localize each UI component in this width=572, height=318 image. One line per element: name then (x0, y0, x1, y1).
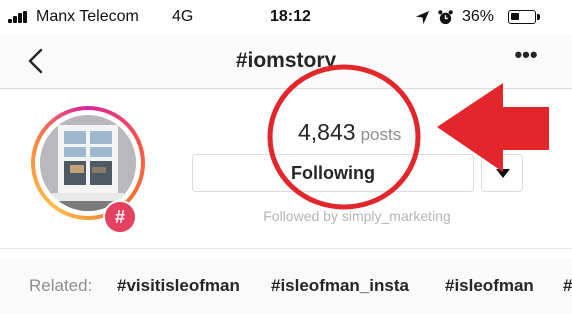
carrier-name: Manx Telecom (36, 8, 139, 25)
status-time: 18:12 (270, 8, 311, 25)
section-divider (0, 248, 572, 249)
network-type: 4G (172, 8, 194, 25)
avatar[interactable] (40, 115, 136, 211)
following-button[interactable]: Following (192, 154, 474, 192)
more-options-button[interactable]: ••• (508, 44, 544, 74)
related-tag-isleofman[interactable]: #isleofman (445, 276, 534, 296)
related-hashtags-bar: Related: #visitisleofman #isleofman_inst… (0, 258, 572, 313)
signal-bars-icon (8, 11, 30, 23)
followed-by-text: Followed by simply_marketing (263, 208, 451, 224)
location-arrow-icon (415, 10, 430, 25)
battery-icon (508, 10, 536, 24)
hashtag-badge-icon: # (103, 200, 137, 234)
related-tag-visitisleofman[interactable]: #visitisleofman (117, 276, 240, 296)
window-photo (40, 115, 136, 211)
page-title: #iomstory (235, 49, 337, 72)
status-bar: Manx Telecom 4G 18:12 36% (0, 0, 572, 34)
alarm-clock-icon (438, 10, 453, 25)
battery-tip (537, 14, 540, 20)
related-tag-isleofman-insta[interactable]: #isleofman_insta (271, 276, 409, 296)
caret-down-icon (496, 169, 510, 178)
posts-label: posts (360, 125, 402, 144)
post-count: 4,843 (298, 119, 356, 145)
battery-level (511, 13, 519, 20)
post-stats: 4,843 posts (298, 119, 401, 146)
header-divider (0, 88, 572, 89)
battery-percent: 36% (462, 8, 495, 25)
nav-header: #iomstory ••• (0, 34, 572, 88)
follow-options-dropdown[interactable] (481, 154, 523, 192)
related-label: Related: (29, 276, 93, 295)
related-tag-partial[interactable]: # (563, 276, 572, 296)
